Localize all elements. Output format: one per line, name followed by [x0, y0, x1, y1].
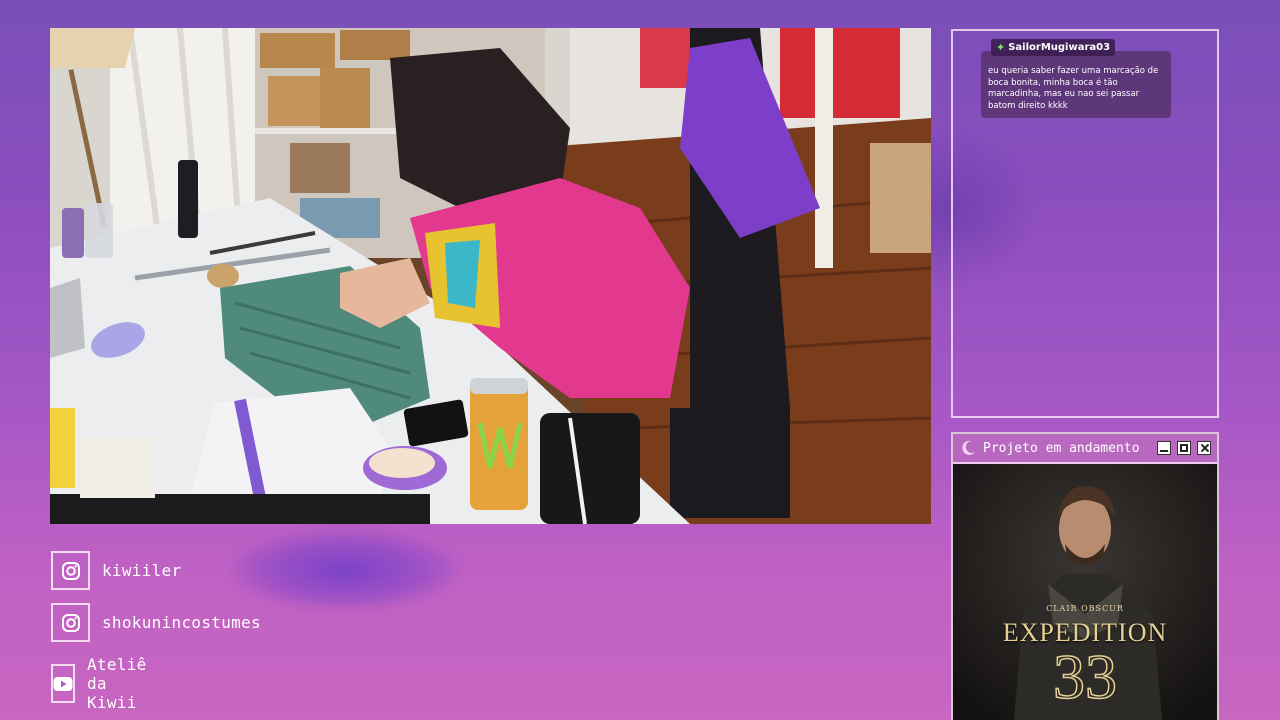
project-window-titlebar: Projeto em andamento — [953, 434, 1217, 464]
chat-message-text: eu queria saber fazer uma marcação de bo… — [988, 66, 1159, 111]
chat-message: eu queria saber fazer uma marcação de bo… — [981, 51, 1171, 118]
social-handle: shokunincostumes — [102, 613, 261, 632]
webcam-feed — [50, 28, 931, 524]
project-window-title: Projeto em andamento — [983, 440, 1140, 456]
maximize-button[interactable] — [1177, 441, 1191, 455]
social-handle: kiwiiler — [102, 561, 182, 580]
moon-icon — [962, 440, 975, 455]
poster-subtitle: CLAIR OBSCUR — [1046, 604, 1124, 613]
social-item-youtube[interactable]: Ateliê da Kiwii — [51, 655, 162, 712]
social-handle: Ateliê da Kiwii — [87, 655, 147, 712]
chat-username-badge: ✦ SailorMugiwara03 — [991, 39, 1116, 56]
game-poster: CLAIR OBSCUR EXPEDITION 33 — [953, 464, 1217, 720]
background-glow — [230, 530, 460, 610]
minimize-button[interactable] — [1157, 441, 1171, 455]
social-item-instagram-1[interactable]: kiwiiler — [51, 551, 181, 590]
project-window: Projeto em andamento CLAIR OBSCUR EXPEDI… — [951, 432, 1219, 720]
social-item-instagram-2[interactable]: shokunincostumes — [51, 603, 261, 642]
instagram-icon — [51, 551, 90, 590]
poster-number: 33 — [1052, 640, 1118, 713]
instagram-icon — [51, 603, 90, 642]
chat-username: SailorMugiwara03 — [1008, 42, 1111, 53]
star-badge-icon: ✦ — [996, 41, 1006, 54]
chat-panel: eu queria saber fazer uma marcação de bo… — [951, 29, 1219, 418]
close-button[interactable] — [1197, 441, 1211, 455]
youtube-icon — [51, 664, 75, 703]
